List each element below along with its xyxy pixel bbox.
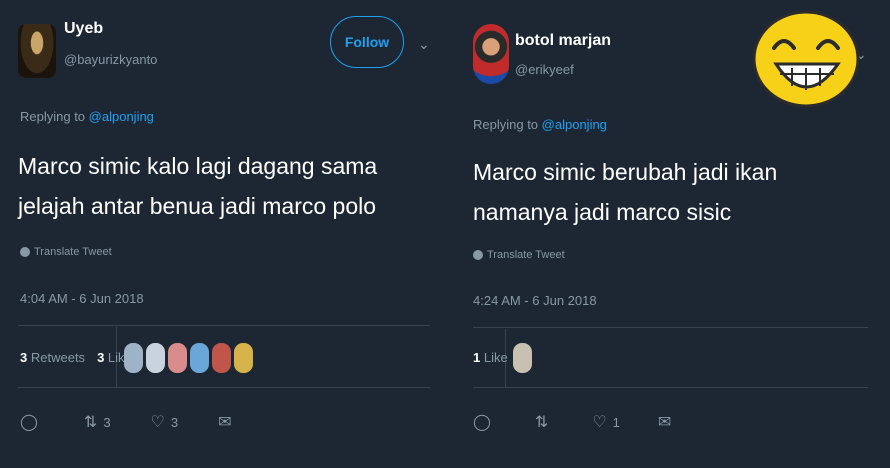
replying-prefix: Replying to bbox=[20, 109, 86, 124]
reply-button[interactable]: ◯ bbox=[473, 412, 497, 432]
likes-count: 1 bbox=[473, 350, 481, 365]
liker-avatar[interactable] bbox=[513, 343, 532, 373]
translate-tweet-link[interactable]: Translate Tweet bbox=[20, 246, 112, 258]
tweet-actions: ◯ ⇅ 3 ♡ 3 ✉ bbox=[20, 412, 232, 432]
mention-link[interactable]: @alponjing bbox=[89, 109, 154, 124]
liker-avatar[interactable] bbox=[212, 343, 231, 373]
retweets-count: 3 bbox=[20, 350, 28, 365]
message-button[interactable]: ✉ bbox=[658, 412, 671, 432]
laughing-emoji-icon bbox=[752, 10, 860, 108]
translate-label: Translate Tweet bbox=[34, 246, 112, 258]
translate-tweet-link[interactable]: Translate Tweet bbox=[473, 249, 565, 261]
tweet-text: Marco simic berubah jadi ikan namanya ja… bbox=[473, 159, 778, 225]
divider bbox=[473, 327, 868, 328]
globe-icon bbox=[473, 250, 483, 260]
reply-button[interactable]: ◯ bbox=[20, 412, 44, 432]
globe-icon bbox=[20, 247, 30, 257]
divider bbox=[18, 325, 430, 326]
liker-avatar[interactable] bbox=[234, 343, 253, 373]
translate-label: Translate Tweet bbox=[487, 249, 565, 261]
timestamp[interactable]: 4:04 AM - 6 Jun 2018 bbox=[20, 291, 144, 306]
tweet-stats: 3 Retweets 3 Likes bbox=[20, 350, 138, 365]
chevron-down-icon[interactable]: ⌄ bbox=[418, 36, 430, 53]
mention-link[interactable]: @alponjing bbox=[542, 117, 607, 132]
reply-icon: ◯ bbox=[20, 414, 38, 431]
tweet-text: Marco simic kalo lagi dagang sama jelaja… bbox=[18, 153, 378, 219]
replying-to: Replying to @alponjing bbox=[20, 109, 154, 124]
avatar[interactable] bbox=[18, 24, 56, 78]
divider bbox=[18, 387, 430, 388]
retweet-icon: ⇅ bbox=[534, 414, 549, 431]
liker-avatar[interactable] bbox=[124, 343, 143, 373]
retweets-stat[interactable]: 3 Retweets bbox=[20, 350, 85, 365]
envelope-icon: ✉ bbox=[657, 414, 672, 431]
retweet-button[interactable]: ⇅ 3 bbox=[84, 412, 111, 432]
likers-list bbox=[513, 343, 532, 373]
user-handle[interactable]: @bayurizkyanto bbox=[64, 52, 157, 67]
liker-avatar[interactable] bbox=[146, 343, 165, 373]
like-button[interactable]: ♡ 3 bbox=[151, 412, 179, 432]
likes-count: 3 bbox=[97, 350, 105, 365]
retweet-count: 3 bbox=[103, 414, 111, 430]
like-count: 3 bbox=[170, 414, 179, 430]
likers-list bbox=[124, 343, 253, 373]
replying-to: Replying to @alponjing bbox=[473, 117, 607, 132]
avatar[interactable] bbox=[473, 24, 509, 84]
like-button[interactable]: ♡ 1 bbox=[592, 412, 620, 432]
heart-icon: ♡ bbox=[150, 414, 165, 431]
like-count: 1 bbox=[612, 414, 620, 430]
tweet-actions: ◯ ⇅ ♡ 1 ✉ bbox=[473, 412, 671, 432]
envelope-icon: ✉ bbox=[218, 414, 232, 431]
liker-avatar[interactable] bbox=[168, 343, 187, 373]
reply-icon: ◯ bbox=[473, 414, 491, 431]
retweet-button[interactable]: ⇅ bbox=[535, 412, 554, 432]
liker-avatar[interactable] bbox=[190, 343, 209, 373]
tweet-stats: 1 Like bbox=[473, 350, 508, 365]
replying-prefix: Replying to bbox=[473, 117, 539, 132]
display-name[interactable]: Uyeb bbox=[64, 20, 103, 38]
timestamp[interactable]: 4:24 AM - 6 Jun 2018 bbox=[473, 293, 597, 308]
retweets-label: Retweets bbox=[30, 350, 86, 365]
retweet-icon: ⇅ bbox=[83, 414, 98, 431]
display-name[interactable]: botol marjan bbox=[515, 32, 611, 50]
tweet-card: Uyeb @bayurizkyanto Follow ⌄ Replying to… bbox=[0, 0, 445, 468]
heart-icon: ♡ bbox=[592, 414, 607, 431]
follow-button[interactable]: Follow bbox=[330, 16, 404, 68]
message-button[interactable]: ✉ bbox=[218, 412, 231, 432]
divider bbox=[473, 387, 868, 388]
likes-stat[interactable]: 1 Like bbox=[473, 350, 508, 365]
user-handle[interactable]: @erikyeef bbox=[515, 62, 574, 77]
likes-label: Like bbox=[483, 350, 508, 365]
